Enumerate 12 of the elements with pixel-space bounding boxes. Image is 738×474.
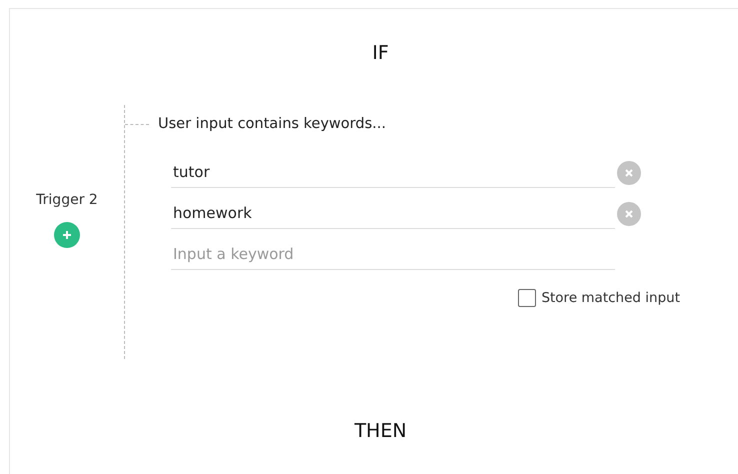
if-heading: IF: [371, 41, 390, 65]
checkbox[interactable]: [518, 289, 536, 307]
plus-icon: [62, 230, 72, 240]
add-button[interactable]: [54, 222, 80, 248]
close-icon: [624, 208, 634, 218]
close-icon: [624, 168, 634, 178]
condition-label: User input contains keywords...: [158, 116, 386, 132]
remove-button[interactable]: [617, 160, 641, 184]
then-heading: THEN: [353, 419, 408, 443]
trigger-label: Trigger 2: [36, 192, 98, 208]
remove-button[interactable]: [617, 202, 641, 226]
checkbox-label: Store matched input: [541, 290, 680, 306]
